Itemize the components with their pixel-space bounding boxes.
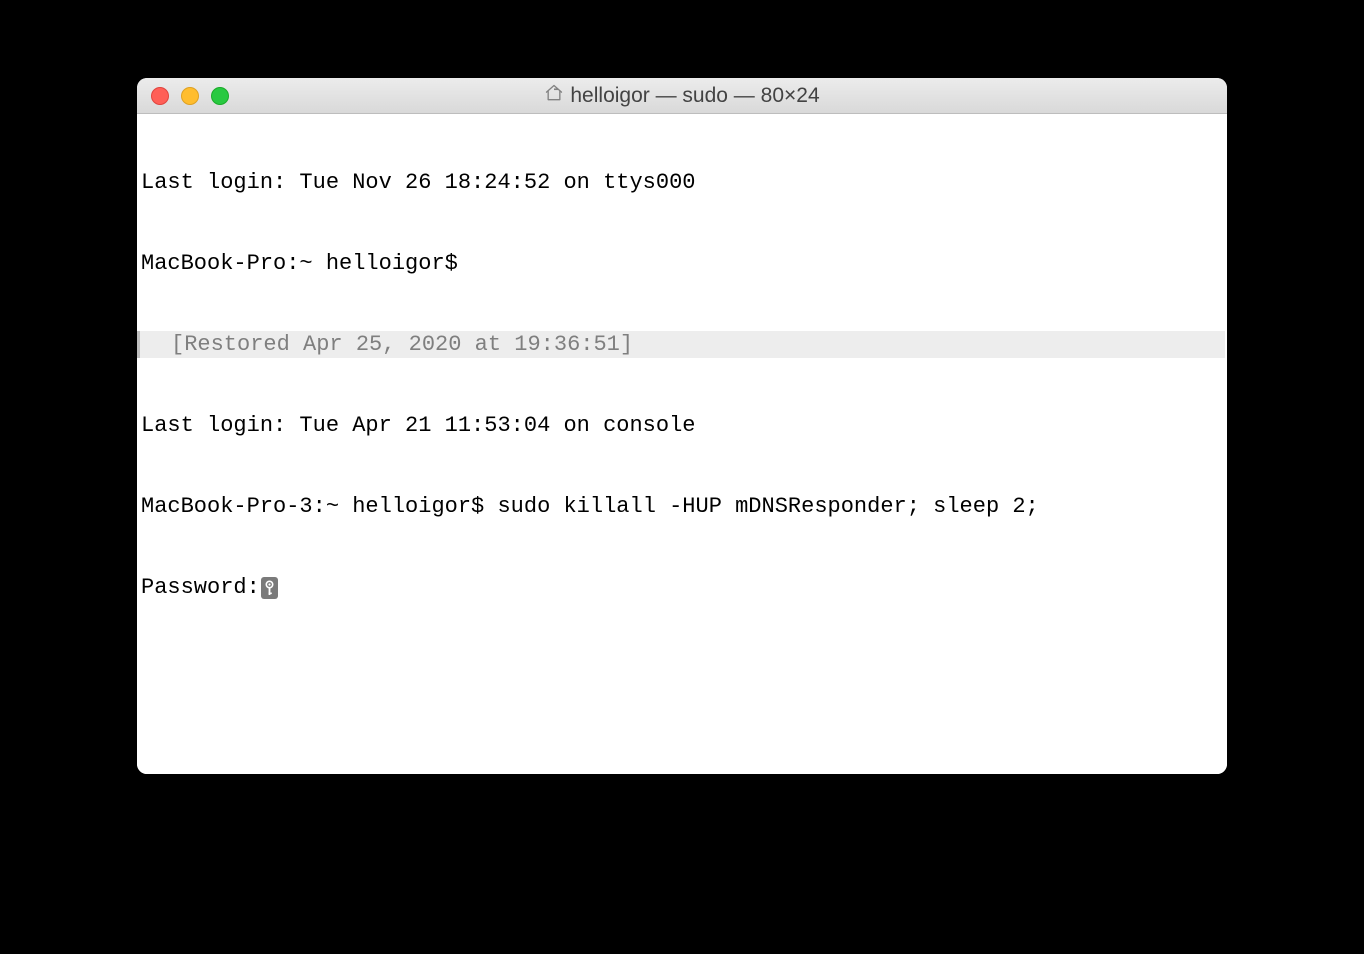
- terminal-body[interactable]: Last login: Tue Nov 26 18:24:52 on ttys0…: [137, 114, 1227, 774]
- window-title-group: helloigor — sudo — 80×24: [137, 83, 1227, 109]
- terminal-window: helloigor — sudo — 80×24 Last login: Tue…: [137, 78, 1227, 774]
- home-icon: [544, 83, 564, 109]
- close-button[interactable]: [151, 87, 169, 105]
- output-line: Last login: Tue Nov 26 18:24:52 on ttys0…: [141, 169, 1225, 196]
- titlebar[interactable]: helloigor — sudo — 80×24: [137, 78, 1227, 114]
- maximize-button[interactable]: [211, 87, 229, 105]
- password-prompt-row[interactable]: Password:: [141, 574, 1225, 601]
- restored-session-row: [Restored Apr 25, 2020 at 19:36:51]: [137, 331, 1225, 358]
- prompt: MacBook-Pro-3:~ helloigor$: [141, 494, 497, 519]
- window-controls: [151, 87, 229, 105]
- command-line: MacBook-Pro-3:~ helloigor$ sudo killall …: [141, 493, 1225, 520]
- key-icon: [261, 577, 278, 599]
- password-label: Password:: [141, 574, 260, 601]
- command-text: sudo killall -HUP mDNSResponder; sleep 2…: [497, 494, 1038, 519]
- output-line: Last login: Tue Apr 21 11:53:04 on conso…: [141, 412, 1225, 439]
- prompt-line: MacBook-Pro:~ helloigor$: [141, 250, 1225, 277]
- restored-session-label: [Restored Apr 25, 2020 at 19:36:51]: [141, 331, 633, 358]
- minimize-button[interactable]: [181, 87, 199, 105]
- window-title: helloigor — sudo — 80×24: [570, 84, 819, 108]
